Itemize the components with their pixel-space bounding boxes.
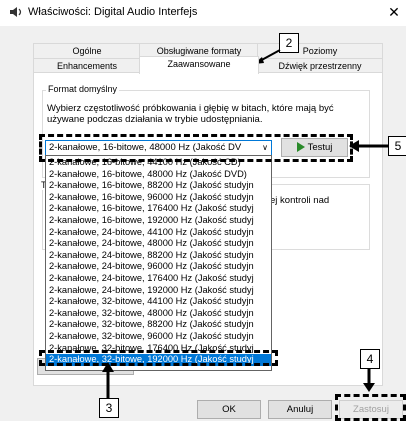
callout-4: 4 bbox=[360, 349, 380, 369]
highlight-format-and-test bbox=[39, 134, 353, 162]
highlight-apply-button bbox=[335, 394, 406, 421]
callout-3: 3 bbox=[99, 398, 119, 418]
callout-5: 5 bbox=[388, 136, 406, 156]
tab-advanced[interactable]: Zaawansowane bbox=[139, 56, 259, 74]
highlight-selected-option bbox=[39, 350, 278, 366]
